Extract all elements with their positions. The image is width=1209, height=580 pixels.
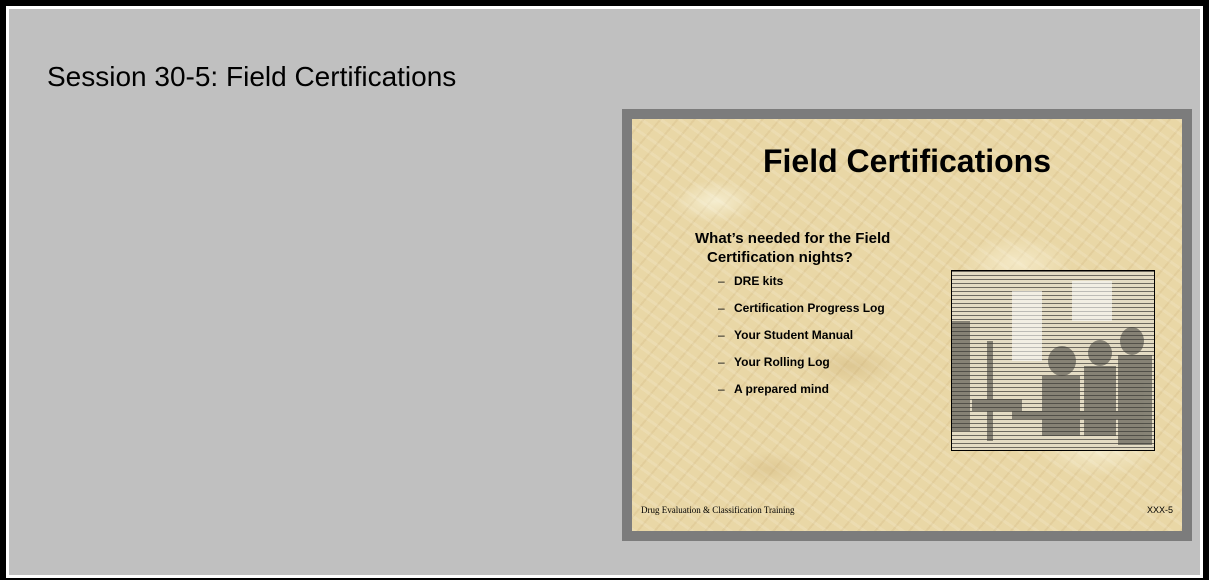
bullet-item: – Your Rolling Log — [718, 352, 885, 379]
slide: Field Certifications What’s needed for t… — [632, 119, 1182, 531]
notes-page: Session 30-5: Field Certifications Field… — [0, 0, 1209, 580]
bullet-text: Your Rolling Log — [734, 355, 830, 369]
notes-panel: Session 30-5: Field Certifications Field… — [6, 6, 1203, 578]
slide-question-line-1: What’s needed for the Field — [695, 230, 891, 247]
bullet-item: – A prepared mind — [718, 379, 885, 406]
bullet-text: Certification Progress Log — [734, 301, 885, 315]
classroom-photo-icon — [952, 281, 1152, 445]
slide-thumbnail-frame: Field Certifications What’s needed for t… — [622, 109, 1192, 541]
bullet-marker: – — [718, 274, 725, 288]
bullet-text: A prepared mind — [734, 382, 829, 396]
slide-question: What’s needed for the Field Certificatio… — [695, 229, 955, 267]
classroom-photo — [951, 270, 1155, 451]
session-title: Session 30-5: Field Certifications — [47, 61, 457, 92]
bullet-item: – Your Student Manual — [718, 325, 885, 352]
bullet-marker: – — [718, 328, 725, 342]
bullet-marker: – — [718, 301, 725, 315]
slide-footer-course: Drug Evaluation & Classification Trainin… — [641, 505, 795, 515]
slide-bullet-list: – DRE kits – Certification Progress Log – Y… — [718, 271, 885, 406]
bullet-marker: – — [718, 382, 725, 396]
bullet-item: – Certification Progress Log — [718, 298, 885, 325]
slide-footer-number: XXX-5 — [1146, 505, 1173, 515]
bullet-text: DRE kits — [734, 274, 784, 288]
slide-question-line-2: Certification nights? — [707, 249, 853, 266]
bullet-text: Your Student Manual — [734, 328, 854, 342]
slide-title: Field Certifications — [762, 143, 1052, 179]
bullet-marker: – — [718, 355, 725, 369]
bullet-item: – DRE kits — [718, 271, 885, 298]
